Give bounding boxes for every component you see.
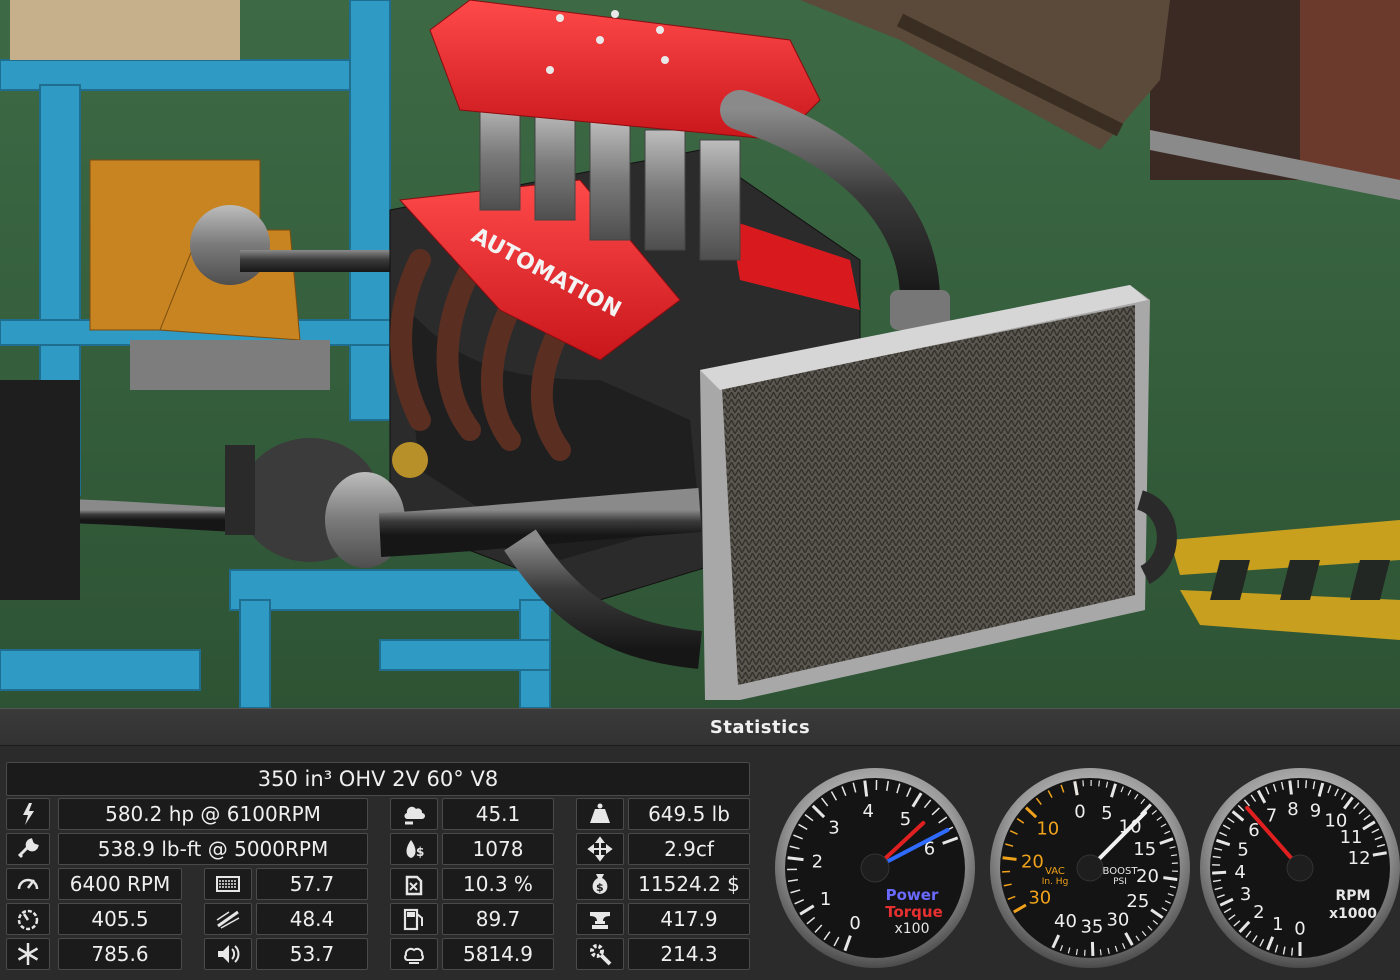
radiator-icon — [204, 868, 252, 900]
emissions-value: 45.1 — [442, 798, 554, 830]
cost-value: 11524.2 $ — [628, 868, 750, 900]
rpm-tick-label: 5 — [1237, 840, 1248, 861]
boost-tick-label: 25 — [1126, 891, 1149, 912]
gauge-major-tick — [1212, 870, 1227, 875]
power-label: Power — [886, 886, 939, 904]
rpm-unit: x1000 — [1329, 906, 1377, 922]
rpm-tick-label: 2 — [1253, 902, 1264, 923]
fuel-pump-icon — [390, 903, 438, 935]
vac-tick-label: 10 — [1036, 819, 1059, 840]
boost-label: BOOST — [1103, 866, 1139, 877]
gauge-cluster: 0123456 Power Torque x100 01020305101520… — [775, 768, 1400, 968]
gear-wrench-icon — [576, 938, 624, 970]
gauge-tick-label: 2 — [812, 852, 823, 873]
gauge-minor-tick — [1099, 949, 1102, 956]
torque-label: Torque — [885, 903, 943, 921]
fuel-economy-value: 1078 — [442, 833, 554, 865]
money-bag-icon: $ — [576, 868, 624, 900]
power-value: 580.2 hp @ 6100RPM — [58, 798, 368, 830]
exhaust-cloud-icon — [390, 938, 438, 970]
weight-value: 649.5 lb — [628, 798, 750, 830]
rpm-label: RPM — [1336, 888, 1371, 904]
gauge-major-tick — [1002, 856, 1017, 861]
rpm-tick-label: 12 — [1348, 848, 1371, 869]
redline-value: 405.5 — [58, 903, 182, 935]
size-arrows-icon — [576, 833, 624, 865]
noise-value: 53.7 — [256, 938, 368, 970]
vac-tick-label: 30 — [1028, 887, 1051, 908]
size-value: 2.9cf — [628, 833, 750, 865]
rpm-tick-label: 7 — [1266, 806, 1277, 827]
svg-text:$: $ — [596, 881, 604, 894]
rpm-tick-label: 4 — [1234, 862, 1245, 883]
gauge-major-tick — [1288, 780, 1293, 795]
service-cost-value: 214.3 — [628, 938, 750, 970]
max-rpm-value: 6400 RPM — [58, 868, 182, 900]
rpm-tick-label: 1 — [1272, 914, 1283, 935]
jerrycan-icon — [390, 868, 438, 900]
svg-text:$: $ — [416, 845, 424, 859]
statistics-header: Statistics — [0, 708, 1400, 746]
gauge-minor-tick — [1290, 947, 1294, 956]
emissions-cloud-icon — [390, 798, 438, 830]
rpm-tick-label: 9 — [1310, 801, 1321, 822]
statistics-panel: Statistics 350 in³ OHV 2V 60° V8 580.2 h… — [0, 708, 1400, 980]
boost-tick-label: 35 — [1080, 916, 1103, 937]
engine-3d-viewport[interactable]: AUTOMATION — [0, 0, 1400, 708]
tachometer-gauge: 01234567 8 9 101112 RPM x1000 — [1200, 768, 1400, 968]
power-torque-unit: x100 — [894, 921, 929, 937]
octane-value: 89.7 — [442, 903, 554, 935]
gauge-minor-tick — [1305, 780, 1308, 789]
boost-unit: PSI — [1113, 877, 1127, 887]
gauge-major-tick — [787, 856, 804, 862]
responsiveness-value: 48.4 — [256, 903, 368, 935]
gauge-major-tick — [863, 780, 869, 797]
production-units-value: 417.9 — [628, 903, 750, 935]
rpm-tick-label: 0 — [1294, 918, 1305, 939]
boost-tick-label: 15 — [1133, 839, 1156, 860]
statistics-title: Statistics — [709, 716, 811, 738]
rpm-tick-label: 11 — [1340, 827, 1363, 848]
rpm-tick-label: 3 — [1240, 884, 1251, 905]
weight-icon — [576, 798, 624, 830]
boost-tick-label: 40 — [1054, 911, 1077, 932]
fuel-dollar-icon: $ — [390, 833, 438, 865]
gauge-tick-label: 4 — [863, 801, 874, 822]
snowflake-icon — [6, 938, 50, 970]
efficiency-value: 10.3 % — [442, 868, 554, 900]
intake-value: 57.7 — [256, 868, 368, 900]
economy-flow-value: 5814.9 — [442, 938, 554, 970]
engine-name: 350 in³ OHV 2V 60° V8 — [6, 762, 750, 796]
gauge-tick-label: 0 — [849, 913, 860, 934]
vac-tick-label: 20 — [1021, 852, 1044, 873]
boost-tick-label: 20 — [1136, 866, 1159, 887]
gauge-needle-icon — [204, 903, 252, 935]
lightning-icon — [6, 798, 50, 830]
engine-scene: AUTOMATION — [0, 0, 1400, 708]
vac-tick-label: 0 — [1074, 801, 1085, 822]
torque-value: 538.9 lb-ft @ 5000RPM — [58, 833, 368, 865]
vac-unit: In. Hg — [1042, 877, 1069, 887]
gauge-minor-tick — [1098, 780, 1100, 787]
wrench-icon — [6, 833, 50, 865]
power-torque-gauge: 01234 56 Power Torque x100 — [775, 768, 975, 968]
boost-tick-label: 30 — [1106, 909, 1129, 930]
speaker-icon — [204, 938, 252, 970]
rpm-tick-label: 8 — [1287, 799, 1298, 820]
gauge-tick-label: 1 — [820, 889, 831, 910]
boost-gauge: 0102030510152025303540 VAC In. Hg BOOST … — [990, 768, 1190, 968]
vac-label: VAC — [1045, 866, 1065, 877]
gauge-major-tick — [1163, 876, 1178, 881]
speedometer-icon — [6, 868, 50, 900]
anvil-icon — [576, 903, 624, 935]
tachometer-icon — [6, 903, 50, 935]
gauge-tick-label: 5 — [900, 809, 911, 830]
gauge-tick-label: 3 — [828, 817, 839, 838]
boost-tick-label: 5 — [1101, 803, 1112, 824]
cooling-value: 785.6 — [58, 938, 182, 970]
